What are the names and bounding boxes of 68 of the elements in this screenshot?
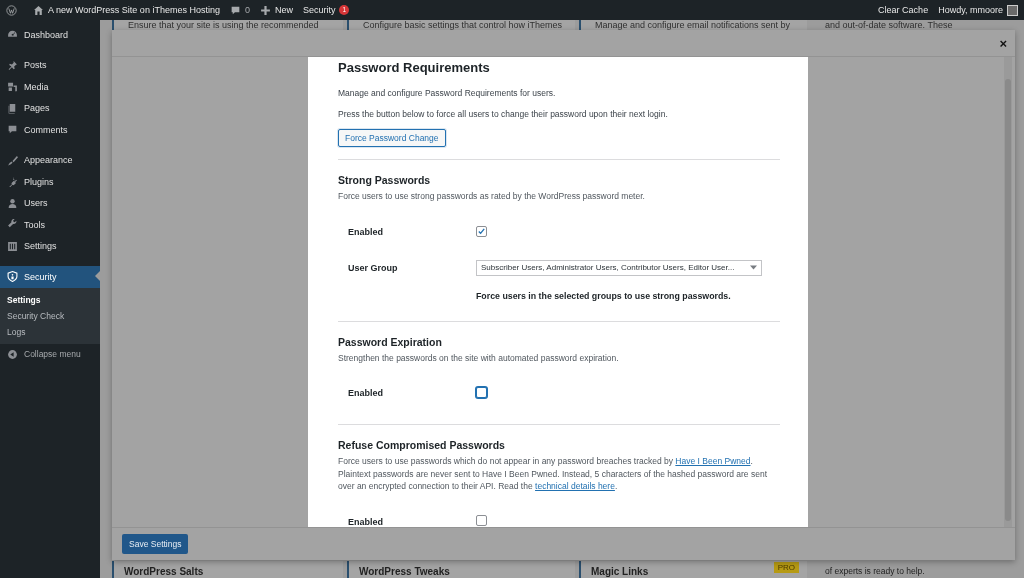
comment-icon — [229, 4, 241, 16]
section-title: Refuse Compromised Passwords — [338, 439, 506, 453]
media-icon — [7, 81, 18, 93]
card-title: WordPress Tweaks — [359, 566, 450, 577]
section-heading: Password Requirements — [338, 60, 491, 76]
sidebar-item[interactable]: Media — [0, 76, 100, 98]
pages-icon — [7, 102, 18, 114]
sidebar-item[interactable]: Plugins — [0, 171, 100, 193]
sidebar-item[interactable]: Appearance — [0, 149, 100, 171]
submenu-item[interactable]: Settings — [0, 291, 100, 308]
sidebar-item[interactable]: Security — [0, 266, 100, 288]
card-title: of experts is ready to help. — [825, 566, 925, 577]
help-text: Force users in the selected groups to use strong passwords. — [476, 289, 732, 303]
sidebar-item[interactable]: Users — [0, 192, 100, 214]
pro-badge: PRO — [773, 562, 799, 573]
text-link[interactable]: technical details here — [535, 481, 615, 492]
checkbox[interactable] — [476, 515, 487, 527]
account-menu[interactable]: Howdy, mmoore — [938, 5, 1003, 15]
caret-icon — [750, 265, 757, 271]
scrollbar[interactable] — [1004, 57, 1012, 527]
sidebar-item[interactable]: Dashboard — [0, 24, 100, 46]
sidebar-item[interactable]: Settings — [0, 235, 100, 257]
brush-icon — [7, 154, 18, 166]
instruction-text: Press the button below to force all users to change their password upon their next login. — [338, 108, 669, 120]
setting-label: Enabled — [347, 388, 384, 399]
clear-cache-link[interactable]: Clear Cache — [878, 5, 929, 15]
sidebar-item[interactable]: Tools — [0, 214, 100, 236]
section-title: Password Expiration — [338, 335, 443, 349]
user-group-dropdown[interactable]: Subscriber Users, Administrator Users, Contributor Users, Editor User... — [476, 259, 762, 276]
card-title: Magic Links — [591, 566, 649, 577]
sliders-icon — [7, 240, 18, 252]
sidebar-item[interactable]: Comments — [0, 119, 100, 141]
avatar-icon — [1007, 4, 1018, 16]
submenu-item[interactable]: Security Check — [0, 307, 100, 324]
force-password-change-button[interactable]: Force Password Change — [338, 129, 446, 147]
comments-link[interactable]: 0 — [229, 4, 250, 16]
collapse-menu-button[interactable]: Collapse menu — [0, 343, 100, 365]
new-link[interactable]: New — [259, 4, 293, 16]
site-link[interactable]: A new WordPress Site on iThemes Hosting — [33, 4, 220, 16]
card-text: Ensure that your site is using the recommended — [127, 20, 320, 30]
section-title: Strong Passwords — [338, 174, 432, 187]
pin-icon — [7, 59, 18, 71]
setting-label: User Group — [347, 262, 399, 273]
section-description: Strengthen the passwords on the site with automated password expiration. — [338, 351, 620, 365]
wordpress-logo-icon — [6, 4, 17, 16]
section-description: Force users to use strong passwords as rated by the WordPress password meter. — [338, 190, 646, 203]
sidebar-item[interactable]: Pages — [0, 97, 100, 119]
card-title: WordPress Salts — [124, 566, 204, 577]
sidebar-item[interactable]: Posts — [0, 54, 100, 76]
plug-icon — [7, 176, 18, 188]
plus-icon — [259, 4, 271, 16]
comment-icon — [7, 124, 18, 136]
submenu-item[interactable]: Logs — [0, 323, 100, 340]
security-menu[interactable]: Security — [302, 5, 336, 15]
checkbox[interactable] — [476, 225, 487, 237]
card-text: Manage and configure email notifications sent by — [594, 20, 792, 30]
checkbox[interactable] — [476, 386, 487, 398]
save-settings-button[interactable]: Save Settings — [122, 534, 189, 554]
section-description: Force users to use passwords which do not appear in any password breaches tracked by Have I Been Pwned. Plaintext passwords are never sent to Have I Been Pwned. Instead, 5 characters of the hashed password are sent over an encrypted connection to their API. Read the technical details here. — [338, 455, 769, 493]
card-text: Configure basic settings that control how iThemes — [362, 20, 564, 30]
setting-label: Enabled — [347, 516, 384, 527]
user-icon — [7, 197, 18, 209]
setting-label: Enabled — [347, 226, 384, 237]
shield-icon — [7, 271, 18, 283]
description-text: Manage and configure Password Requirements for users. — [338, 87, 557, 99]
close-button[interactable]: × — [999, 36, 1007, 50]
home-icon — [33, 4, 44, 16]
card-text: and out-of-date software. These — [824, 20, 954, 30]
